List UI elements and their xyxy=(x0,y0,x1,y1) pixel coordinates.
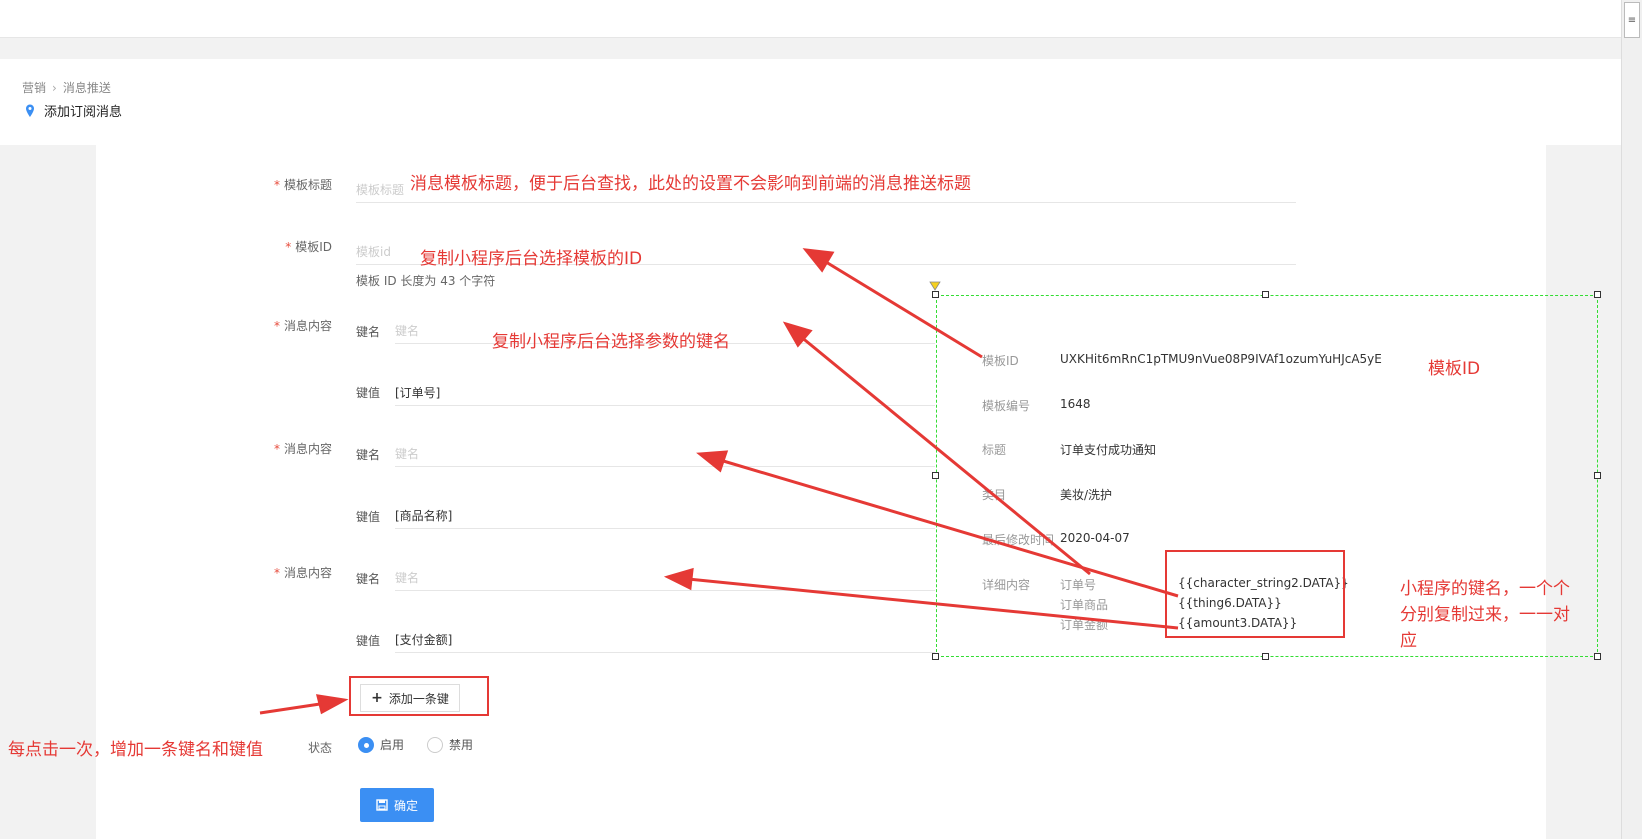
scrollbar-thumb[interactable]: ≡ xyxy=(1624,2,1640,38)
annotation-arrows xyxy=(259,248,1179,715)
annotation-key-note: 复制小程序后台选择参数的键名 xyxy=(492,332,730,352)
arrow-head-template-id xyxy=(802,248,835,273)
annotation-title-note: 消息模板标题，便于后台查找，此处的设置不会影响到前端的消息推送标题 xyxy=(410,174,971,194)
arrow-key-1 xyxy=(799,334,1091,576)
grip-icon: ≡ xyxy=(1627,14,1637,26)
annotation-keys-note: 小程序的键名，一个个 分别复制过来，一一对 应 xyxy=(1400,576,1570,654)
arrow-head-add xyxy=(315,694,349,715)
arrow-head-key-3 xyxy=(663,567,694,591)
arrow-key-2 xyxy=(719,458,1179,598)
vertical-scrollbar[interactable]: ≡ xyxy=(1621,0,1642,839)
annotation-keys-note-line1: 小程序的键名，一个个 xyxy=(1400,579,1570,599)
annotation-keys-note-line2: 分别复制过来，一一对 xyxy=(1400,605,1570,625)
arrow-head-key-2 xyxy=(696,450,729,473)
arrow-add xyxy=(259,702,321,715)
annotation-template-id-note: 模板ID xyxy=(1428,359,1481,379)
annotation-id-note: 复制小程序后台选择模板的ID xyxy=(420,249,643,269)
arrow-key-3 xyxy=(687,577,1179,630)
arrow-template-id xyxy=(825,260,983,359)
annotation-add-note: 每点击一次，增加一条键名和键值 xyxy=(8,740,263,760)
annotation-keys-note-line3: 应 xyxy=(1400,631,1417,651)
